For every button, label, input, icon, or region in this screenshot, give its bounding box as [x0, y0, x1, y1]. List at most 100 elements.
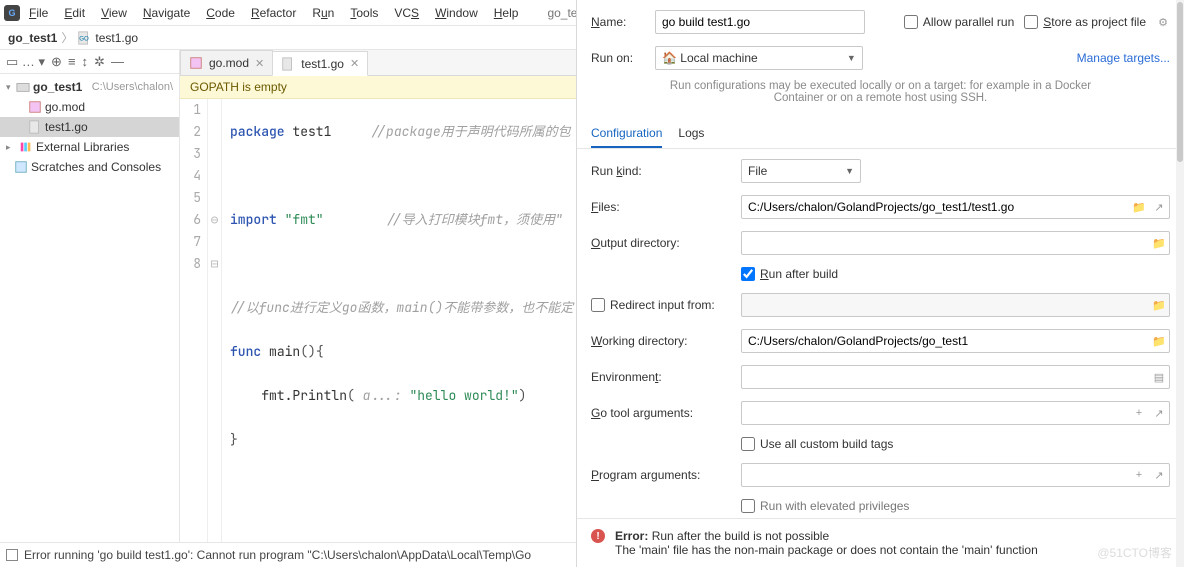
- status-icon[interactable]: [6, 549, 18, 561]
- custom-tags-checkbox[interactable]: Use all custom build tags: [741, 437, 893, 451]
- watermark: @51CTO博客: [1097, 544, 1172, 561]
- dialog-scrollbar[interactable]: [1176, 0, 1184, 567]
- chevron-down-icon: ▼: [841, 53, 856, 63]
- gomod-icon: [189, 56, 203, 70]
- tree-external-libraries[interactable]: ▸ External Libraries: [0, 137, 179, 157]
- expand-icon[interactable]: ↗: [1152, 468, 1166, 482]
- menu-view[interactable]: View: [94, 3, 134, 23]
- folder-icon[interactable]: 📁: [1152, 334, 1166, 348]
- tree-file-gomod[interactable]: go.mod: [0, 97, 179, 117]
- runon-hint: Run configurations may be executed local…: [577, 76, 1184, 116]
- tab-label: go.mod: [209, 56, 249, 70]
- expand-icon[interactable]: ▸: [6, 142, 16, 153]
- project-view-selector-icon[interactable]: ▭ … ▾: [6, 54, 45, 70]
- allow-parallel-checkbox[interactable]: Allow parallel run: [904, 15, 1014, 29]
- go-file-icon: [28, 120, 42, 134]
- tree-scratch-label: Scratches and Consoles: [31, 160, 161, 174]
- list-icon[interactable]: ▤: [1152, 370, 1166, 384]
- plus-icon[interactable]: +: [1132, 468, 1146, 482]
- settings-icon[interactable]: ✲: [94, 54, 105, 70]
- close-icon[interactable]: ✕: [350, 57, 359, 70]
- menu-window[interactable]: Window: [428, 3, 485, 23]
- plus-icon[interactable]: +: [1132, 406, 1146, 420]
- tab-gomod[interactable]: go.mod ✕: [180, 50, 273, 75]
- runkind-combo[interactable]: File▼: [741, 159, 861, 183]
- scratches-icon: [14, 160, 28, 174]
- scrollbar-thumb[interactable]: [1177, 2, 1183, 162]
- expand-icon[interactable]: ↗: [1152, 200, 1166, 214]
- gomod-icon: [28, 100, 42, 114]
- project-tool-window: ▭ … ▾ ⊕ ≡ ↕ ✲ — ▾ go_test1 C:\Users\chal…: [0, 50, 180, 542]
- tree-scratches[interactable]: Scratches and Consoles: [0, 157, 179, 177]
- code-editor[interactable]: 12345678 ⊖ ⊟ package test1 //package用于声明…: [180, 99, 576, 542]
- ide-logo-icon: G: [4, 5, 20, 21]
- redirect-input-checkbox[interactable]: Redirect input from:: [591, 298, 731, 312]
- menu-navigate[interactable]: Navigate: [136, 3, 197, 23]
- tree-file-label: go.mod: [45, 100, 85, 114]
- close-icon[interactable]: ✕: [255, 57, 264, 70]
- manage-targets-link[interactable]: Manage targets...: [1077, 51, 1170, 65]
- menu-refactor[interactable]: Refactor: [244, 3, 303, 23]
- tab-test1[interactable]: test1.go ✕: [272, 51, 368, 76]
- menu-tools[interactable]: Tools: [343, 3, 385, 23]
- gotool-input[interactable]: [741, 401, 1170, 425]
- editor-pane: go.mod ✕ test1.go ✕ GOPATH is empty 1234…: [180, 50, 576, 542]
- chevron-down-icon: ▼: [839, 166, 854, 176]
- progargs-input[interactable]: [741, 463, 1170, 487]
- menu-code[interactable]: Code: [199, 3, 242, 23]
- tree-project-root[interactable]: ▾ go_test1 C:\Users\chalon\: [0, 77, 179, 97]
- menu-help[interactable]: Help: [487, 3, 526, 23]
- add-icon[interactable]: ⊕: [51, 54, 62, 70]
- tree-root-label: go_test1: [33, 80, 82, 94]
- breadcrumb-sep: 〉: [61, 29, 73, 46]
- run-after-build-checkbox[interactable]: Run after build: [741, 267, 838, 281]
- filter-icon[interactable]: ≡: [68, 54, 76, 69]
- menu-edit[interactable]: Edit: [57, 3, 92, 23]
- editor-tab-bar: go.mod ✕ test1.go ✕: [180, 50, 576, 76]
- workdir-input[interactable]: [741, 329, 1170, 353]
- progargs-label: Program arguments:: [591, 468, 731, 482]
- gear-icon[interactable]: ⚙: [1156, 15, 1170, 29]
- fold-gutter[interactable]: ⊖ ⊟: [208, 99, 222, 542]
- breadcrumb-project[interactable]: go_test1: [8, 31, 57, 45]
- project-tree[interactable]: ▾ go_test1 C:\Users\chalon\ go.mod test1…: [0, 74, 179, 180]
- breadcrumb-file[interactable]: test1.go: [95, 31, 138, 45]
- workdir-label: Working directory:: [591, 334, 731, 348]
- line-gutter: 12345678: [180, 99, 208, 542]
- gotool-label: Go tool arguments:: [591, 406, 731, 420]
- tree-file-label: test1.go: [45, 120, 88, 134]
- redirect-input-field[interactable]: [741, 293, 1170, 317]
- config-tabs: Configuration Logs: [577, 120, 1184, 149]
- files-label: Files:: [591, 200, 731, 214]
- libraries-icon: [19, 140, 33, 154]
- env-input[interactable]: [741, 365, 1170, 389]
- home-icon: 🏠: [662, 51, 677, 65]
- runon-combo[interactable]: 🏠 Local machine ▼: [655, 46, 863, 70]
- error-title: Error:: [615, 529, 648, 543]
- store-project-checkbox[interactable]: Store as project file: [1024, 15, 1146, 29]
- tree-root-path: C:\Users\chalon\: [92, 81, 173, 93]
- tab-configuration[interactable]: Configuration: [591, 120, 662, 148]
- collapse-icon[interactable]: —: [111, 54, 124, 69]
- folder-icon[interactable]: 📁: [1152, 298, 1166, 312]
- menu-file[interactable]: File: [22, 3, 55, 23]
- elevated-checkbox[interactable]: Run with elevated privileges: [741, 499, 909, 513]
- expand-icon[interactable]: ▾: [6, 82, 13, 93]
- files-input[interactable]: [741, 195, 1170, 219]
- outdir-input[interactable]: [741, 231, 1170, 255]
- go-file-icon: GO: [77, 31, 91, 45]
- menu-run[interactable]: Run: [305, 3, 341, 23]
- tree-ext-label: External Libraries: [36, 140, 129, 154]
- folder-icon[interactable]: 📁: [1152, 236, 1166, 250]
- sort-icon[interactable]: ↕: [82, 54, 89, 69]
- tab-logs[interactable]: Logs: [678, 120, 704, 148]
- code-content[interactable]: package test1 //package用于声明代码所属的包 import…: [222, 99, 576, 542]
- folder-icon[interactable]: 📁: [1132, 200, 1146, 214]
- tree-file-test1[interactable]: test1.go: [0, 117, 179, 137]
- gopath-warning-banner: GOPATH is empty: [180, 76, 576, 99]
- name-input[interactable]: [655, 10, 865, 34]
- menu-vcs[interactable]: VCS: [387, 3, 426, 23]
- outdir-label: Output directory:: [591, 236, 731, 250]
- name-label: Name:: [591, 15, 645, 29]
- expand-icon[interactable]: ↗: [1152, 406, 1166, 420]
